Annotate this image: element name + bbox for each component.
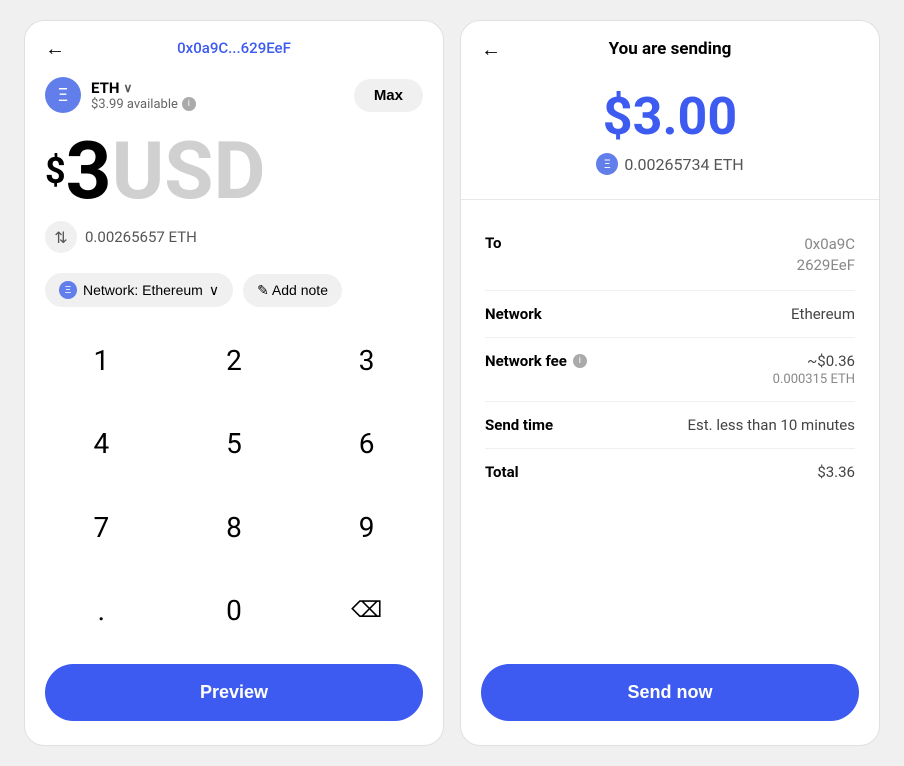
amount-display: $ 3 USD: [25, 121, 443, 215]
detail-row-total: Total $3.36: [485, 449, 855, 495]
numpad-key-6[interactable]: 6: [300, 402, 433, 485]
numpad-key-1[interactable]: 1: [35, 319, 168, 402]
numpad-key-0[interactable]: 0: [168, 569, 301, 652]
detail-row-fee: Network fee i ~$0.36 0.000315 ETH: [485, 338, 855, 402]
details-section: To 0x0a9C 2629EeF Network Ethereum Netwo…: [461, 200, 879, 652]
send-time-label: Send time: [485, 416, 553, 434]
fee-info-icon[interactable]: i: [573, 354, 587, 368]
network-eth-icon: Ξ: [59, 281, 77, 299]
network-selector-button[interactable]: Ξ Network: Ethereum ∨: [45, 273, 233, 307]
numpad: 1 2 3 4 5 6 7 8 9 . 0 ⌫: [25, 319, 443, 652]
fee-usd-value: ~$0.36: [773, 352, 855, 370]
to-address-line2: 2629EeF: [797, 255, 855, 276]
to-address-line1: 0x0a9C: [797, 234, 855, 255]
numpad-key-3[interactable]: 3: [300, 319, 433, 402]
add-note-label: ✎ Add note: [257, 282, 328, 299]
token-available: $3.99 available i: [91, 97, 196, 112]
total-label: Total: [485, 463, 519, 481]
amount-number: 3: [66, 131, 112, 211]
amount-currency: USD: [112, 131, 266, 211]
backspace-icon: ⌫: [351, 598, 382, 623]
right-back-button[interactable]: ←: [481, 37, 501, 62]
fee-label-row: Network fee i: [485, 352, 587, 370]
token-chevron-icon: ∨: [123, 81, 132, 95]
send-eth-row: Ξ 0.00265734 ETH: [596, 153, 743, 175]
left-header: ← 0x0a9C...629EeF: [25, 21, 443, 69]
detail-row-send-time: Send time Est. less than 10 minutes: [485, 402, 855, 449]
send-now-button[interactable]: Send now: [481, 664, 859, 721]
left-back-button[interactable]: ←: [45, 36, 65, 61]
eth-equivalent-row: ⇅ 0.00265657 ETH: [25, 215, 443, 265]
eth-icon: Ξ: [45, 77, 81, 113]
token-name-label: ETH: [91, 79, 119, 97]
send-eth-text: 0.00265734 ETH: [624, 155, 743, 174]
network-label: Network: Ethereum: [83, 282, 203, 298]
right-panel: ← You are sending $3.00 Ξ 0.00265734 ETH…: [460, 20, 880, 746]
eth-amount-text: 0.00265657 ETH: [85, 228, 197, 246]
token-info: Ξ ETH ∨ $3.99 available i: [45, 77, 196, 113]
send-amount-section: $3.00 Ξ 0.00265734 ETH: [461, 71, 879, 200]
numpad-key-5[interactable]: 5: [168, 402, 301, 485]
right-header: ← You are sending: [461, 21, 879, 71]
network-chevron-icon: ∨: [209, 282, 219, 299]
add-note-button[interactable]: ✎ Add note: [243, 274, 342, 307]
to-label: To: [485, 234, 502, 252]
recipient-address[interactable]: 0x0a9C...629EeF: [177, 39, 291, 57]
numpad-key-8[interactable]: 8: [168, 486, 301, 569]
preview-button[interactable]: Preview: [45, 664, 423, 721]
token-selector[interactable]: ETH ∨: [91, 79, 196, 97]
options-row: Ξ Network: Ethereum ∨ ✎ Add note: [25, 265, 443, 319]
max-button[interactable]: Max: [354, 79, 423, 112]
numpad-key-7[interactable]: 7: [35, 486, 168, 569]
send-eth-icon: Ξ: [596, 153, 618, 175]
available-info-icon[interactable]: i: [182, 97, 196, 111]
swap-currency-button[interactable]: ⇅: [45, 221, 77, 253]
numpad-key-9[interactable]: 9: [300, 486, 433, 569]
numpad-backspace-button[interactable]: ⌫: [300, 569, 433, 652]
numpad-key-4[interactable]: 4: [35, 402, 168, 485]
right-title: You are sending: [609, 39, 732, 59]
detail-row-network: Network Ethereum: [485, 291, 855, 338]
dollar-sign: $: [45, 153, 66, 189]
detail-row-to: To 0x0a9C 2629EeF: [485, 220, 855, 291]
send-time-value: Est. less than 10 minutes: [687, 416, 855, 434]
total-value: $3.36: [817, 463, 855, 481]
token-row: Ξ ETH ∨ $3.99 available i Max: [25, 69, 443, 121]
numpad-key-2[interactable]: 2: [168, 319, 301, 402]
numpad-key-dot[interactable]: .: [35, 569, 168, 652]
send-usd-amount: $3.00: [603, 91, 737, 143]
left-panel: ← 0x0a9C...629EeF Ξ ETH ∨ $3.99 availabl…: [24, 20, 444, 746]
network-detail-label: Network: [485, 305, 542, 323]
network-detail-value: Ethereum: [791, 305, 855, 323]
token-name-row: ETH ∨ $3.99 available i: [91, 79, 196, 112]
fee-label: Network fee: [485, 352, 567, 370]
fee-eth-value: 0.000315 ETH: [773, 372, 855, 387]
